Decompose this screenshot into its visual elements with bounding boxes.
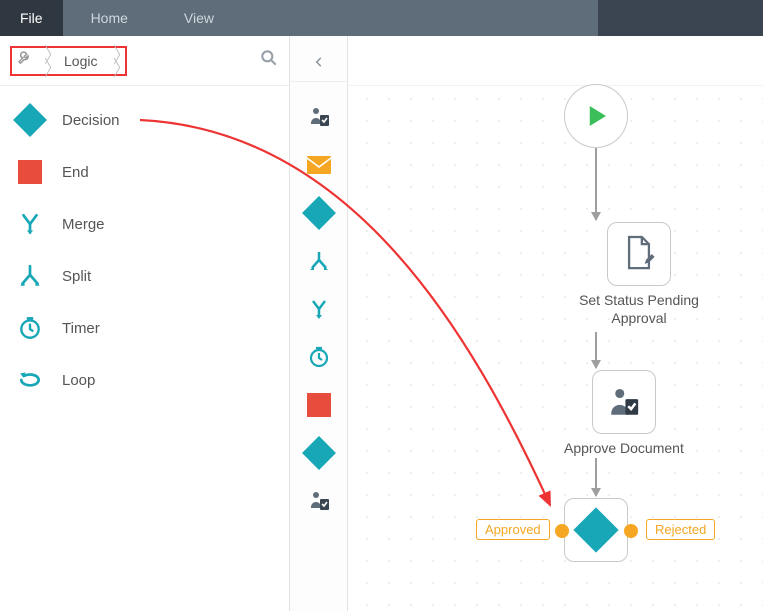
palette-item-timer[interactable]: Timer [0,302,289,354]
decision-icon[interactable] [306,200,332,226]
menu-home[interactable]: Home [63,0,156,36]
edge [595,332,597,368]
merge-icon [16,210,44,238]
start-node[interactable] [564,84,628,148]
decision-icon [16,106,44,134]
task-icon[interactable] [306,104,332,130]
task-icon[interactable] [306,488,332,514]
chevron-right-icon [109,47,121,75]
document-edit-icon [622,234,656,274]
user-approve-icon [607,385,641,419]
wrench-icon [16,49,34,72]
edge [595,148,597,220]
palette-item-loop[interactable]: Loop [0,354,289,406]
chevron-right-icon [40,47,52,75]
search-icon[interactable] [259,48,279,73]
palette-list: Decision End Merge Split [0,86,289,414]
menu-bar: File Home View [0,0,763,36]
end-icon [16,158,44,186]
timer-icon [16,314,44,342]
output-port-right[interactable] [624,524,638,538]
palette-item-label: Decision [62,112,120,129]
mail-icon[interactable] [306,152,332,178]
sidebar: Logic Decision End Merge [0,36,290,611]
task-node-set-status[interactable]: Set Status Pending Approval [564,222,714,327]
menu-view[interactable]: View [156,0,242,36]
task-node-approve[interactable]: Approve Document [564,370,684,458]
end-icon[interactable] [306,392,332,418]
edge [595,458,597,496]
loop-icon [16,366,44,394]
palette-item-label: Timer [62,320,100,337]
play-icon [581,101,611,131]
decision-icon[interactable] [306,440,332,466]
palette-item-end[interactable]: End [0,146,289,198]
breadcrumb-bar: Logic [0,36,289,86]
breadcrumb-label: Logic [58,53,103,69]
breadcrumb[interactable]: Logic [10,46,127,76]
branch-label-approved[interactable]: Approved [476,519,550,540]
decision-node[interactable] [564,498,628,562]
decision-icon [573,507,618,552]
node-label: Approve Document [564,440,684,458]
palette-item-label: End [62,164,89,181]
palette-item-decision[interactable]: Decision [0,94,289,146]
node-label: Set Status Pending Approval [564,292,714,327]
palette-item-merge[interactable]: Merge [0,198,289,250]
output-port-left[interactable] [555,524,569,538]
menu-spacer [598,0,763,36]
toolstrip [290,36,348,611]
workflow-canvas[interactable]: Set Status Pending Approval Approve Docu… [348,36,763,611]
timer-icon[interactable] [306,344,332,370]
palette-item-label: Merge [62,216,105,233]
palette-item-label: Split [62,268,91,285]
palette-item-split[interactable]: Split [0,250,289,302]
merge-icon[interactable] [306,296,332,322]
split-icon [16,262,44,290]
branch-label-rejected[interactable]: Rejected [646,519,715,540]
palette-item-label: Loop [62,372,95,389]
split-icon[interactable] [306,248,332,274]
collapse-button[interactable] [290,42,347,82]
menu-file[interactable]: File [0,0,63,36]
